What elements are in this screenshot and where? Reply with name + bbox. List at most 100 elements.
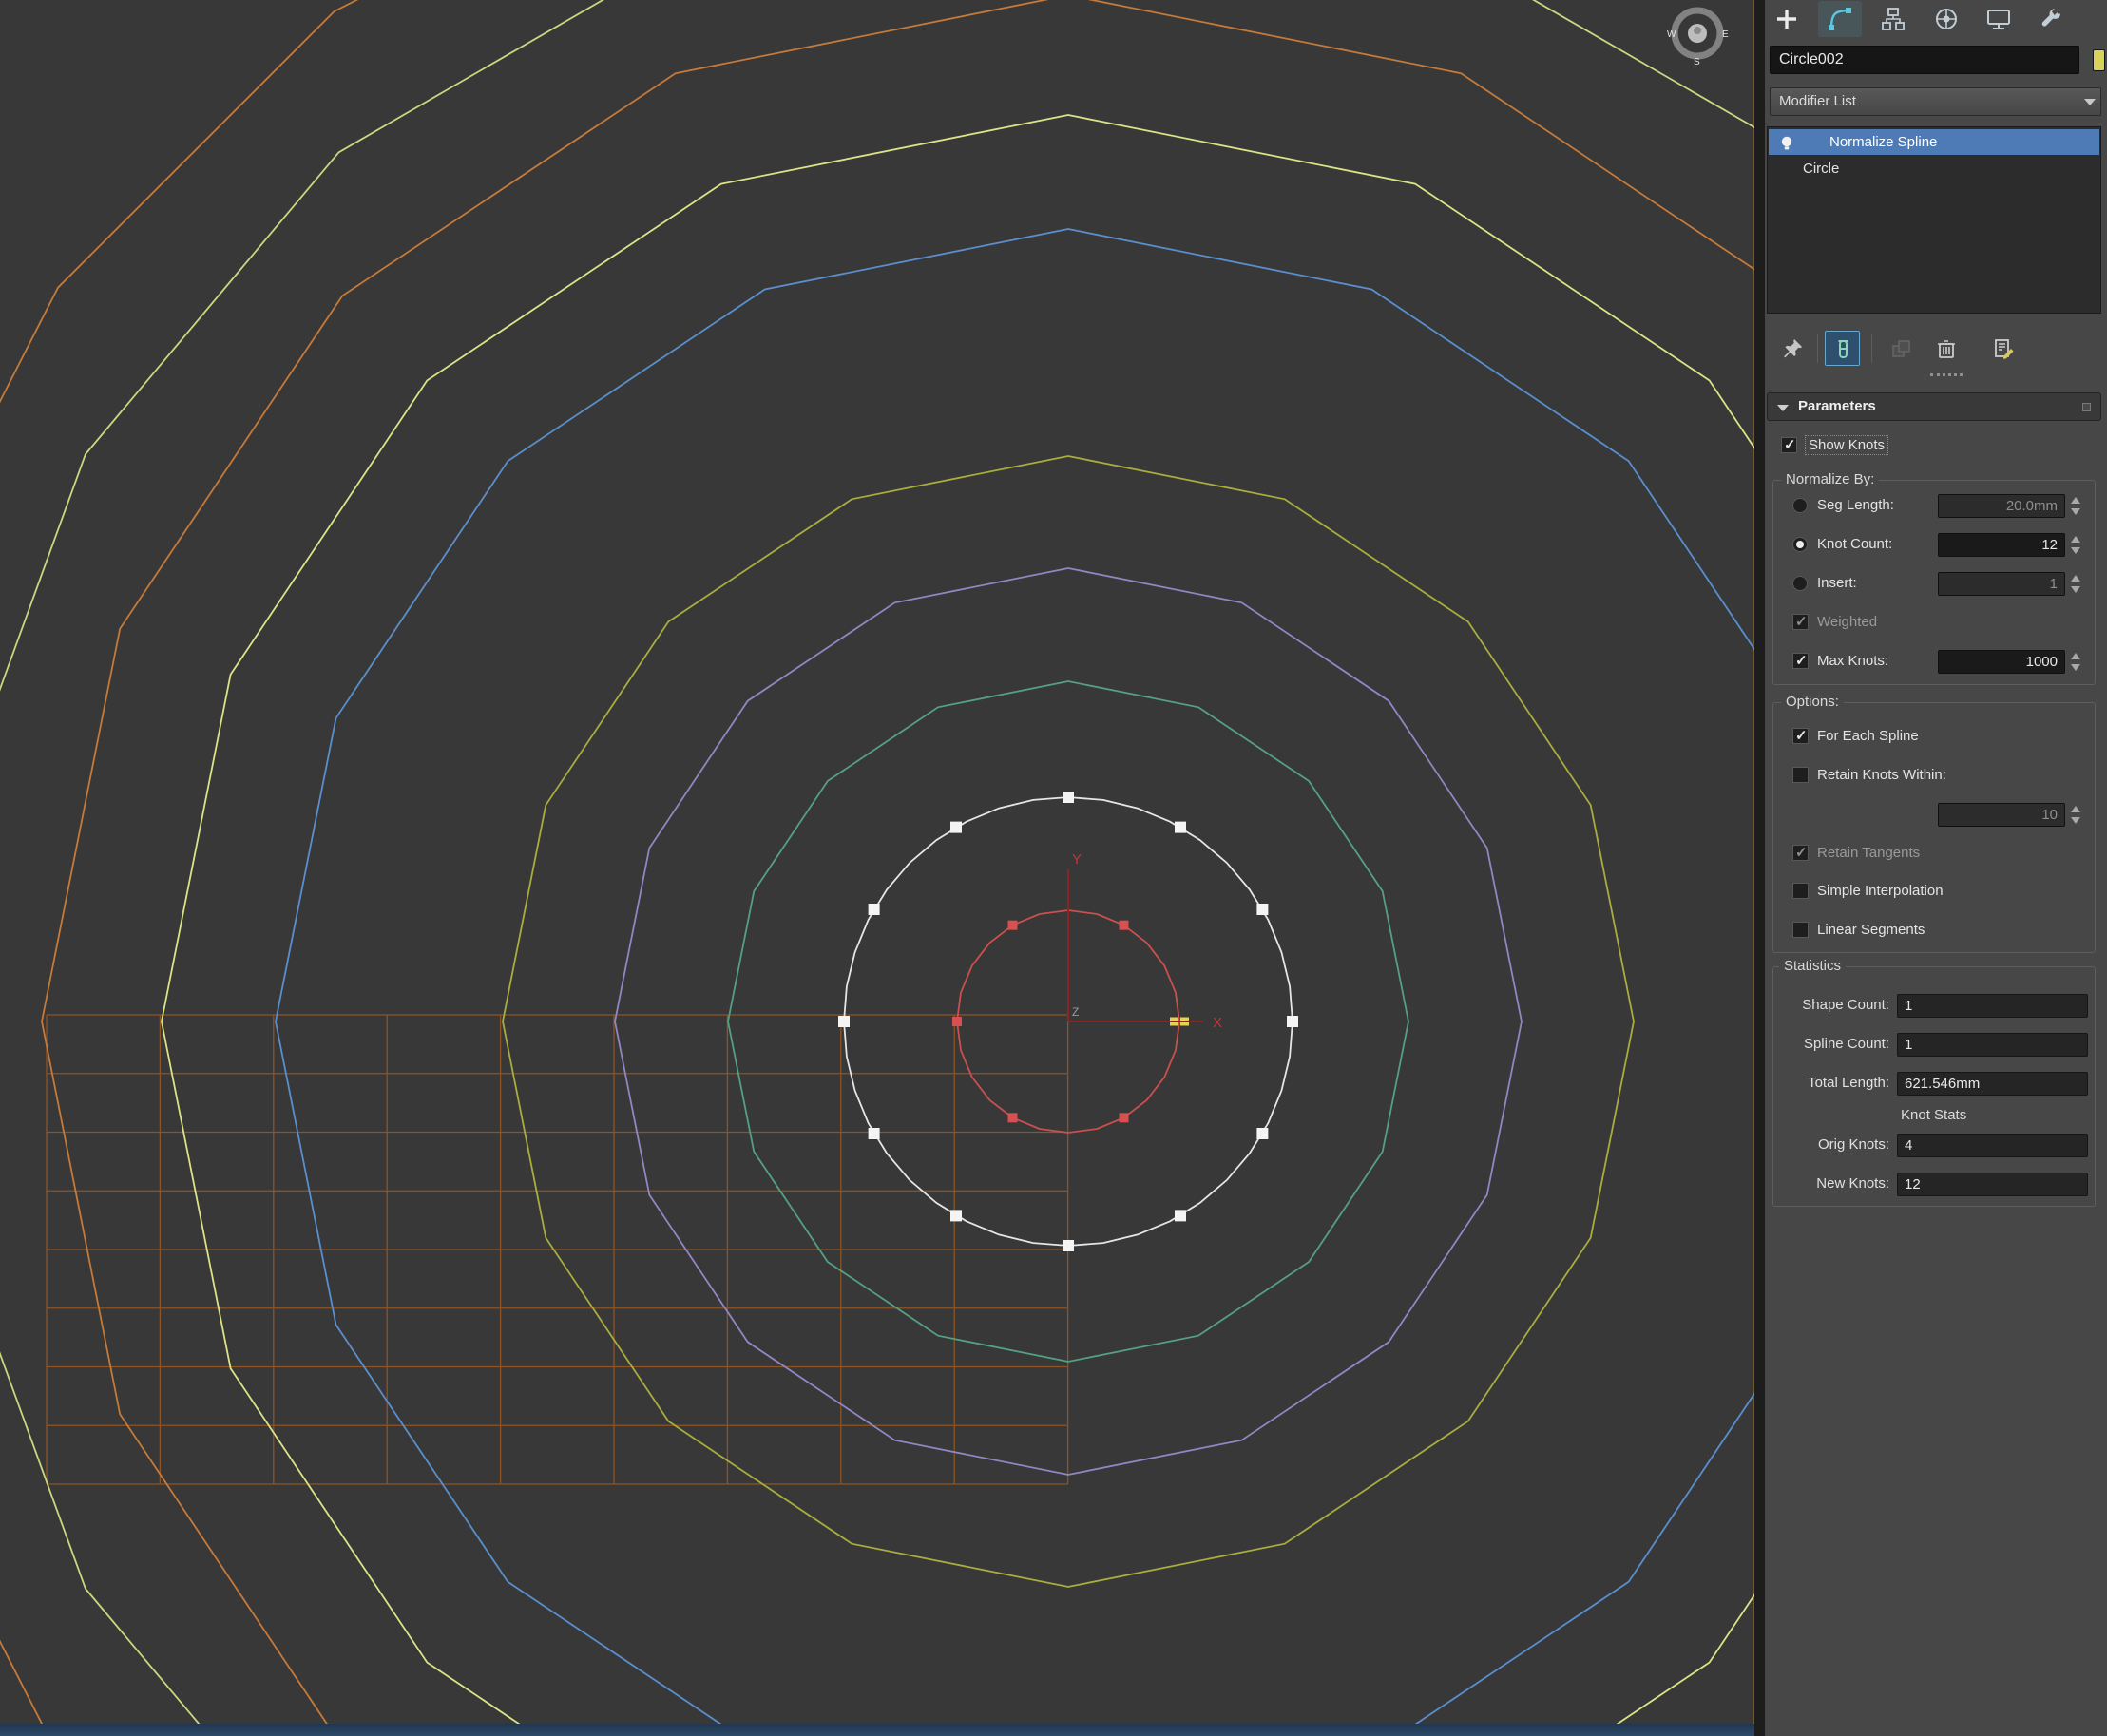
tab-display[interactable]: [1977, 1, 2021, 37]
insert-radio[interactable]: [1792, 576, 1808, 591]
insert-input[interactable]: 1: [1938, 572, 2065, 596]
spline-knot[interactable]: [1120, 1113, 1129, 1122]
spline-knot[interactable]: [1256, 1128, 1268, 1139]
remove-modifier-button[interactable]: [1928, 331, 1963, 366]
viewport-3d[interactable]: XYZ W E S: [0, 0, 1754, 1724]
new-knots-value: 12: [1897, 1173, 2088, 1196]
knot-count-input[interactable]: 12: [1938, 533, 2065, 557]
plus-icon: [1774, 7, 1799, 31]
seg-length-row: Seg Length: 20.0mm: [1773, 493, 2095, 520]
max-knots-input[interactable]: 1000: [1938, 650, 2065, 674]
tab-modify[interactable]: [1818, 1, 1862, 37]
spline-count-label: Spline Count:: [1773, 1036, 1889, 1052]
viewport-canvas[interactable]: XYZ: [0, 0, 1754, 1724]
simple-interpolation-row: Simple Interpolation: [1773, 879, 2095, 906]
display-icon: [1986, 7, 2011, 31]
spline-knot[interactable]: [1120, 921, 1129, 930]
knot-count-spinner[interactable]: [2069, 533, 2083, 557]
wrench-icon: [2039, 7, 2063, 31]
modifier-list-dropdown[interactable]: Modifier List: [1770, 87, 2101, 116]
max-knots-checkbox[interactable]: [1792, 653, 1809, 669]
spline-knot[interactable]: [1063, 792, 1074, 803]
tab-utilities[interactable]: [2029, 1, 2073, 37]
make-unique-button[interactable]: [1883, 331, 1918, 366]
pushpin-icon: [1781, 337, 1804, 360]
orig-knots-value: 4: [1897, 1134, 2088, 1157]
spline-knot[interactable]: [1063, 1240, 1074, 1251]
retain-knots-within-checkbox[interactable]: [1792, 767, 1809, 783]
rollout-pin-box[interactable]: [2082, 403, 2091, 411]
retain-knots-within-label: Retain Knots Within:: [1817, 767, 1946, 783]
total-length-label: Total Length:: [1773, 1075, 1889, 1091]
viewcube-compass[interactable]: W E S: [1665, 2, 1730, 67]
knot-count-radio[interactable]: [1792, 537, 1808, 552]
test-tube-icon: [1831, 337, 1854, 360]
max-knots-row: Max Knots: 1000: [1773, 649, 2095, 676]
seg-length-label: Seg Length:: [1817, 497, 1894, 513]
object-color-swatch[interactable]: [2093, 49, 2105, 71]
visibility-bulb-icon[interactable]: [1778, 134, 1795, 151]
seg-length-radio[interactable]: [1792, 498, 1808, 513]
object-name-field[interactable]: Circle002: [1770, 46, 2079, 74]
linear-segments-checkbox[interactable]: [1792, 922, 1809, 938]
tab-motion[interactable]: [1925, 1, 1968, 37]
show-end-result-button[interactable]: [1825, 331, 1860, 366]
hierarchy-icon: [1881, 7, 1906, 31]
spline-knot[interactable]: [950, 1210, 962, 1221]
seg-length-spinner[interactable]: [2069, 494, 2083, 518]
rollout-drag-handle[interactable]: [1930, 373, 1963, 376]
total-length-value: 621.546mm: [1897, 1072, 2088, 1096]
spline-circle-orange-outer[interactable]: [0, 0, 1754, 1724]
spline-knot[interactable]: [950, 822, 962, 833]
shape-count-label: Shape Count:: [1773, 997, 1889, 1013]
retain-knots-value-row: 10: [1773, 802, 2095, 829]
simple-interpolation-checkbox[interactable]: [1792, 883, 1809, 899]
max-knots-spinner[interactable]: [2069, 650, 2083, 674]
rollout-header-parameters[interactable]: Parameters: [1767, 392, 2101, 421]
stack-item-circle[interactable]: Circle: [1769, 156, 2099, 181]
retain-knots-within-spinner[interactable]: [2069, 803, 2083, 827]
spline-knot[interactable]: [869, 1128, 880, 1139]
track-bar[interactable]: [0, 1724, 1754, 1736]
spline-circle-yellow[interactable]: [162, 115, 1754, 1724]
spline-circle-yellowgreen-outer[interactable]: [0, 0, 1754, 1724]
retain-tangents-label: Retain Tangents: [1817, 845, 1920, 861]
chevron-down-icon: [2084, 99, 2096, 105]
pin-stack-button[interactable]: [1774, 331, 1810, 366]
knot-count-label: Knot Count:: [1817, 536, 1892, 552]
insert-spinner[interactable]: [2069, 572, 2083, 596]
knot-stats-label: Knot Stats: [1901, 1107, 1966, 1123]
spline-knot[interactable]: [1008, 921, 1018, 930]
configure-modifier-sets-button[interactable]: [1985, 331, 2021, 366]
spline-knot[interactable]: [1175, 1210, 1186, 1221]
modifier-list-label: Modifier List: [1779, 93, 1856, 109]
tab-hierarchy[interactable]: [1871, 1, 1915, 37]
show-knots-checkbox[interactable]: [1781, 437, 1797, 453]
spline-knot[interactable]: [1256, 904, 1268, 915]
spline-knot[interactable]: [1008, 1113, 1018, 1122]
spline-knot[interactable]: [1287, 1016, 1298, 1027]
spline-knot[interactable]: [1175, 822, 1186, 833]
for-each-spline-checkbox[interactable]: [1792, 728, 1809, 744]
shape-count-value: 1: [1897, 994, 2088, 1018]
group-options: Options: For Each Spline Retain Knots Wi…: [1772, 702, 2096, 953]
weighted-checkbox[interactable]: [1792, 614, 1809, 630]
spline-circle-orange[interactable]: [42, 0, 1754, 1724]
seg-length-input[interactable]: 20.0mm: [1938, 494, 2065, 518]
axis-label-y: Y: [1072, 851, 1082, 868]
weighted-row: Weighted: [1773, 610, 2095, 637]
spline-count-row: Spline Count: 1: [1773, 1032, 2095, 1059]
modify-icon: [1828, 7, 1852, 31]
stack-item-normalize-spline[interactable]: Normalize Spline: [1769, 129, 2099, 155]
retain-knots-within-input[interactable]: 10: [1938, 803, 2065, 827]
spline-knot[interactable]: [952, 1017, 962, 1026]
compass-south-label: S: [1694, 57, 1700, 67]
stack-item-label: Normalize Spline: [1829, 134, 1937, 150]
insert-row: Insert: 1: [1773, 571, 2095, 598]
retain-tangents-checkbox[interactable]: [1792, 845, 1809, 861]
spline-knot[interactable]: [838, 1016, 850, 1027]
spline-circle-blue[interactable]: [276, 229, 1754, 1724]
tab-create[interactable]: [1765, 1, 1809, 37]
spline-knot[interactable]: [869, 904, 880, 915]
show-knots-row: Show Knots: [1781, 435, 1888, 455]
